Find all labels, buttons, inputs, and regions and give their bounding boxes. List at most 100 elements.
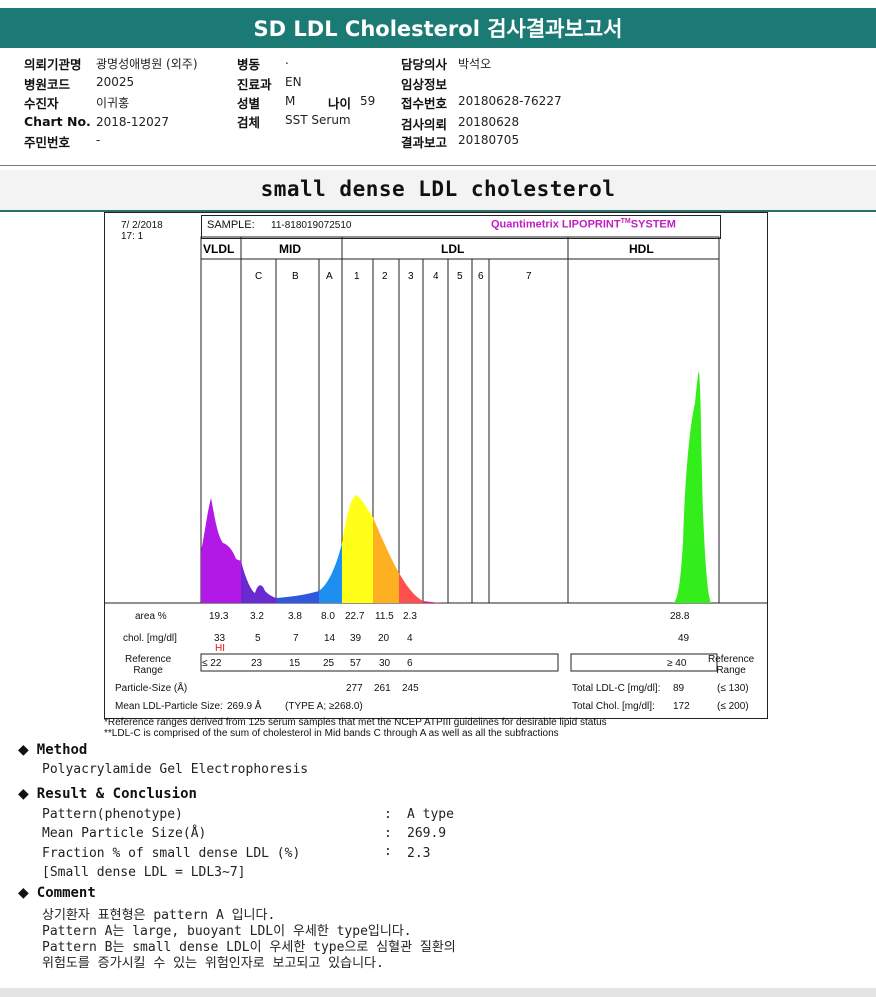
- area-mid-a: 8.0: [321, 611, 335, 622]
- lipoprint-report: 7/ 2/2018 17: 1 SAMPLE: 11-818019072510 …: [104, 212, 768, 719]
- chol-mid-a: 14: [324, 633, 336, 644]
- method-text: Polyacrylamide Gel Electrophoresis: [42, 762, 309, 777]
- section-title: small dense LDL cholesterol: [260, 177, 616, 201]
- area-mid-c: 3.2: [250, 611, 264, 622]
- total-ldl-label: Total LDL-C [mg/dl]:: [572, 683, 661, 694]
- chol-mid-b: 7: [293, 633, 299, 644]
- result-colon-2: :: [384, 826, 392, 841]
- result-value-fraction: 2.3: [407, 846, 431, 861]
- area-ldl-3: 2.3: [403, 611, 417, 622]
- band-label-a: A: [326, 271, 333, 282]
- chol-hdl: 49: [678, 633, 690, 644]
- label-age: 나이: [328, 96, 352, 111]
- label-sex: 성별: [237, 96, 261, 111]
- diamond-icon: ◆: [18, 742, 29, 758]
- value-chart-no: 2018-12027: [96, 115, 170, 129]
- ref-label-right: Reference Range: [708, 654, 755, 676]
- mean-size-type: (TYPE A; ≥268.0): [285, 701, 363, 712]
- row-label-chol: chol. [mg/dl]: [123, 633, 177, 644]
- value-age: 59: [360, 94, 376, 108]
- particle-size-3: 245: [402, 683, 419, 694]
- group-vldl: VLDL: [203, 242, 234, 256]
- band-label-6: 6: [478, 271, 484, 282]
- report-page: SD LDL Cholesterol 검사결과보고서 의뢰기관명 광명성애병원 …: [0, 0, 876, 988]
- peak-mid-c: [241, 561, 276, 603]
- peak-vldl: [201, 498, 241, 603]
- lipoprint-profile: VLDL MID LDL HDL C B A 1 2 3 4 5 6 7: [105, 236, 767, 672]
- report-footnotes: *Reference ranges derived from 125 serum…: [104, 717, 607, 739]
- comment-heading: ◆ Comment: [18, 885, 96, 901]
- patient-info: 의뢰기관명 광명성애병원 (외주) 병원코드 20025 수진자 이귀홍 Cha…: [0, 48, 876, 166]
- particle-size-1: 277: [346, 683, 363, 694]
- total-chol-label: Total Chol. [mg/dl]:: [572, 701, 655, 712]
- particle-size-2: 261: [374, 683, 391, 694]
- value-patient: 이귀홍: [96, 96, 130, 110]
- label-chart-no: Chart No.: [24, 114, 91, 129]
- value-specimen: SST Serum: [285, 113, 351, 127]
- result-value-pattern: A type: [407, 807, 454, 822]
- chart-frame: [200, 236, 720, 604]
- area-vldl: 19.3: [209, 611, 229, 622]
- total-chol-value: 172: [673, 701, 690, 712]
- row-label-ref: Reference Range: [125, 654, 172, 676]
- label-institution: 의뢰기관명: [24, 57, 82, 72]
- label-department: 진료과: [237, 77, 272, 92]
- label-resident-no: 주민번호: [24, 135, 71, 150]
- peak-hdl: [673, 371, 711, 603]
- peak-ldl-1: [342, 495, 373, 603]
- label-receipt-no: 접수번호: [401, 96, 448, 111]
- diamond-icon: ◆: [18, 885, 29, 901]
- report-title: SD LDL Cholesterol 검사결과보고서: [0, 8, 876, 48]
- label-report-date: 결과보고: [401, 135, 448, 150]
- row-label-area: area %: [135, 611, 167, 622]
- total-ldl-ref: (≤ 130): [717, 683, 749, 694]
- mean-size-value: 269.9 Å: [227, 701, 262, 712]
- label-doctor: 담당의사: [401, 57, 448, 72]
- area-hdl: 28.8: [670, 611, 690, 622]
- band-label-5: 5: [457, 271, 463, 282]
- chol-ldl-1: 39: [350, 633, 362, 644]
- value-receipt-no: 20180628-76227: [458, 94, 562, 108]
- result-label-mean-size: Mean Particle Size(Å): [42, 826, 207, 841]
- group-ldl: LDL: [441, 242, 464, 256]
- total-chol-ref: (≤ 200): [717, 701, 749, 712]
- peak-mid-b: [276, 591, 319, 603]
- ref-ldl-3: 6: [407, 658, 413, 669]
- label-hospital-code: 병원코드: [24, 77, 71, 92]
- band-label-7: 7: [526, 271, 532, 282]
- label-ward: 병동: [237, 57, 261, 72]
- footnote-1: *Reference ranges derived from 125 serum…: [104, 717, 607, 728]
- band-label-c: C: [255, 271, 262, 282]
- value-ward: .: [285, 53, 289, 67]
- particle-size-label: Particle-Size (Å): [115, 683, 188, 694]
- ref-mid-c: 23: [251, 658, 263, 669]
- label-patient: 수진자: [24, 96, 59, 111]
- bottom-bar: [0, 988, 876, 997]
- band-label-3: 3: [408, 271, 414, 282]
- area-mid-b: 3.8: [288, 611, 302, 622]
- area-ldl-2: 11.5: [375, 611, 394, 622]
- ref-range-hdl-box: [570, 653, 718, 672]
- result-value-mean-size: 269.9: [407, 826, 447, 841]
- result-extra: [Small dense LDL = LDL3~7]: [42, 865, 246, 880]
- group-hdl: HDL: [629, 242, 654, 256]
- footnote-2: **LDL-C is comprised of the sum of chole…: [104, 728, 559, 739]
- band-label-4: 4: [433, 271, 439, 282]
- value-sex: M: [285, 94, 296, 108]
- section-header: small dense LDL cholesterol: [0, 170, 876, 212]
- comment-line-4: 위험도를 증가시킬 수 있는 위험인자로 보고되고 있습니다.: [42, 956, 384, 971]
- label-clinical-info: 임상정보: [401, 77, 448, 92]
- diamond-icon: ◆: [18, 786, 29, 802]
- label-specimen: 검체: [237, 115, 261, 130]
- total-ldl-value: 89: [673, 683, 685, 694]
- band-label-b: B: [292, 271, 299, 282]
- result-label-pattern: Pattern(phenotype): [42, 807, 183, 822]
- value-request-date: 20180628: [458, 115, 520, 129]
- ref-mid-b: 15: [289, 658, 301, 669]
- hi-flag: HI: [215, 643, 225, 654]
- chol-ldl-3: 4: [407, 633, 413, 644]
- result-colon-1: :: [384, 807, 392, 822]
- band-label-1: 1: [354, 271, 360, 282]
- peak-mid-a: [319, 543, 342, 603]
- method-heading: ◆ Method: [18, 742, 88, 758]
